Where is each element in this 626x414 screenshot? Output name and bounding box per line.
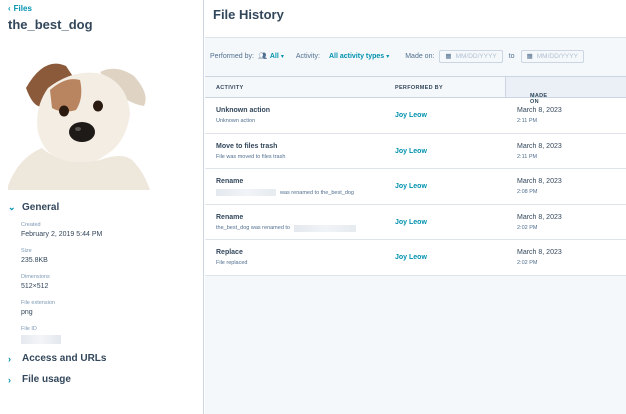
- activity-label: Activity:: [295, 52, 320, 60]
- table-row: Rename was renamed to the_best_dog Joy L…: [205, 169, 626, 205]
- file-preview-image: [8, 63, 150, 190]
- created-value: February 2, 2019 5:44 PM: [21, 231, 103, 238]
- table-header: ACTIVITY PERFORMED BY MADE ON ↓: [205, 77, 626, 105]
- back-to-files-link[interactable]: ‹ Files: [8, 4, 32, 13]
- performed-by-link[interactable]: Joy Leow: [395, 148, 427, 155]
- made-on-date: March 8, 2023: [517, 213, 562, 221]
- made-on-date: March 8, 2023: [517, 249, 562, 256]
- made-on-time: 2:11 PM: [517, 153, 538, 160]
- start-date-input[interactable]: ▦ MM/DD/YYYY: [439, 49, 503, 63]
- size-value: 235.8KB: [21, 257, 48, 264]
- made-on-date: March 8, 2023: [517, 178, 562, 185]
- access-urls-section-toggle[interactable]: › Access and URLs: [8, 353, 106, 364]
- activity-detail: File was moved to files trash: [216, 153, 286, 160]
- performed-by-link[interactable]: Joy Leow: [395, 219, 427, 226]
- activity-detail-wrap: the_best_dog was renamed to: [216, 224, 356, 232]
- dimensions-value: 512×512: [21, 283, 49, 290]
- start-date-placeholder: MM/DD/YYYY: [455, 52, 497, 60]
- end-date-placeholder: MM/DD/YYYY: [536, 52, 578, 60]
- made-on-time: 2:11 PM: [517, 118, 538, 124]
- file-id-redacted: [21, 335, 61, 344]
- file-usage-section-toggle[interactable]: › File usage: [8, 374, 71, 385]
- calendar-icon: ▦: [445, 53, 452, 60]
- caret-down-icon: ▾: [386, 53, 390, 60]
- made-on-time: 2:02 PM: [517, 260, 538, 266]
- caret-down-icon: ▾: [280, 53, 284, 60]
- access-urls-label: Access and URLs: [22, 353, 107, 364]
- date-range-to-label: to: [508, 52, 515, 60]
- activity-detail: Unknown action: [216, 118, 256, 124]
- file-usage-label: File usage: [22, 374, 71, 385]
- made-on-date: March 8, 2023: [517, 142, 562, 150]
- file-details-sidebar: ‹ Files the_best_dog ⌄ General Created F…: [0, 0, 204, 414]
- chevron-down-icon: ⌄: [8, 202, 16, 212]
- performed-by-filter[interactable]: 👥︎ All ▾: [257, 52, 284, 61]
- activity-name: Rename: [216, 178, 244, 185]
- performed-by-link[interactable]: Joy Leow: [395, 254, 427, 261]
- table-row: Rename the_best_dog was renamed to Joy L…: [205, 205, 626, 240]
- chevron-right-icon: ›: [8, 374, 11, 385]
- file-name-title: the_best_dog: [8, 17, 93, 32]
- made-on-time: 2:02 PM: [517, 224, 538, 231]
- dimensions-label: Dimensions: [21, 274, 50, 280]
- file-history-panel: File History Performed by: 👥︎ All ▾ Acti…: [205, 0, 626, 414]
- page-title: File History: [213, 7, 284, 22]
- back-link-label: Files: [13, 4, 32, 13]
- filter-bar: Performed by: 👥︎ All ▾ Activity: All act…: [210, 49, 584, 63]
- made-on-date: March 8, 2023: [517, 107, 562, 114]
- created-label: Created: [21, 222, 41, 228]
- table-row: Move to files trash File was moved to fi…: [205, 134, 626, 169]
- general-section-label: General: [22, 202, 60, 213]
- calendar-icon: ▦: [526, 53, 533, 60]
- column-activity[interactable]: ACTIVITY: [216, 85, 243, 91]
- activity-detail: was renamed to the_best_dog: [280, 189, 354, 196]
- chevron-right-icon: ›: [8, 353, 11, 364]
- activity-detail-wrap: was renamed to the_best_dog: [216, 189, 354, 196]
- activity-name: Replace: [216, 249, 243, 256]
- column-made-on[interactable]: MADE ON ↓: [505, 77, 626, 105]
- made-on-label: Made on:: [405, 52, 435, 60]
- performed-by-label: Performed by:: [210, 52, 254, 60]
- activity-name: Rename: [216, 213, 244, 221]
- file-id-label: File ID: [21, 326, 37, 332]
- performed-by-link[interactable]: Joy Leow: [395, 112, 427, 119]
- activity-detail: the_best_dog was renamed to: [216, 225, 290, 231]
- activity-value: All activity types: [328, 52, 385, 60]
- redacted-new-name: [294, 224, 356, 232]
- redacted-old-name: [216, 189, 276, 196]
- users-icon: 👥︎: [257, 53, 267, 60]
- activity-name: Unknown action: [216, 107, 271, 114]
- activity-name: Move to files trash: [216, 142, 278, 150]
- activity-detail: File replaced: [216, 260, 248, 266]
- history-table: ACTIVITY PERFORMED BY MADE ON ↓ Unknown …: [205, 76, 626, 276]
- file-extension-value: png: [21, 309, 33, 316]
- column-performed-by[interactable]: PERFORMED BY: [395, 85, 443, 91]
- performed-by-value: All: [269, 52, 279, 60]
- table-row: Unknown action Unknown action Joy Leow M…: [205, 98, 626, 134]
- general-section-toggle[interactable]: ⌄ General: [8, 202, 59, 213]
- made-on-time: 2:08 PM: [517, 189, 538, 195]
- file-extension-label: File extension: [21, 300, 55, 306]
- size-label: Size: [21, 248, 32, 254]
- chevron-left-icon: ‹: [8, 4, 11, 13]
- activity-filter[interactable]: All activity types ▾: [329, 53, 389, 60]
- table-row: Replace File replaced Joy Leow March 8, …: [205, 240, 626, 276]
- end-date-input[interactable]: ▦ MM/DD/YYYY: [520, 49, 584, 63]
- performed-by-link[interactable]: Joy Leow: [395, 183, 427, 190]
